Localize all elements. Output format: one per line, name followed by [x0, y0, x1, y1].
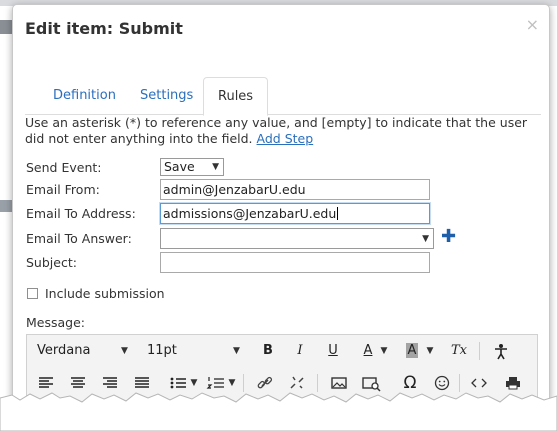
email-to-answer-label: Email To Answer: [26, 231, 132, 246]
close-icon[interactable]: × [526, 15, 539, 34]
toolbar-row-1: Verdana ▼ 11pt ▼ B I U A ▼ A ▼ Tx [27, 336, 537, 366]
subject-label: Subject: [26, 255, 77, 270]
send-event-value: Save [164, 159, 195, 174]
chevron-down-icon: ▼ [121, 346, 128, 356]
accessibility-icon[interactable] [489, 336, 513, 366]
include-submission-label: Include submission [45, 286, 165, 301]
email-from-label: Email From: [26, 182, 100, 197]
chevron-down-icon[interactable]: ▼ [425, 336, 435, 366]
tab-rules[interactable]: Rules [203, 77, 269, 116]
modal-header: Edit item: Submit × [13, 5, 549, 55]
tab-settings[interactable]: Settings [126, 77, 207, 115]
rules-help-text: Use an asterisk (*) to reference any val… [25, 115, 541, 147]
font-color-button[interactable]: A [357, 336, 379, 366]
message-label: Message: [26, 315, 85, 330]
italic-button[interactable]: I [289, 336, 311, 366]
email-from-field[interactable]: admin@JenzabarU.edu [160, 179, 430, 200]
email-to-address-label: Email To Address: [26, 206, 136, 221]
font-size-select[interactable]: 11pt ▼ [147, 336, 240, 366]
font-size-value: 11pt [147, 343, 177, 358]
bold-button[interactable]: B [257, 336, 279, 366]
chevron-down-icon[interactable]: ▼ [379, 336, 389, 366]
clear-format-button[interactable]: Tx [447, 336, 471, 366]
add-step-link[interactable]: Add Step [257, 131, 314, 146]
font-family-select[interactable]: Verdana ▼ [37, 336, 129, 366]
subject-field[interactable] [160, 252, 430, 273]
include-submission-checkbox[interactable] [27, 288, 38, 299]
add-answer-icon[interactable]: ✚ [441, 228, 456, 246]
send-event-select[interactable]: Save ▼ [160, 158, 224, 176]
email-to-address-value: admissions@JenzabarU.edu [163, 206, 337, 221]
toolbar-divider [479, 342, 480, 360]
bg-color-glyph: A [405, 343, 419, 358]
underline-button[interactable]: U [322, 336, 344, 366]
bg-color-button[interactable]: A [401, 336, 423, 366]
email-to-address-field[interactable]: admissions@JenzabarU.edu [160, 203, 430, 224]
font-family-value: Verdana [37, 343, 91, 358]
modal-title: Edit item: Submit [25, 19, 183, 38]
chevron-down-icon: ▼ [212, 162, 219, 172]
tab-bar: Definition Settings Rules [25, 77, 541, 116]
chevron-down-icon: ▼ [233, 346, 240, 356]
chevron-down-icon: ▼ [422, 234, 429, 244]
text-caret [337, 207, 339, 220]
tab-definition[interactable]: Definition [39, 77, 130, 115]
email-to-answer-select[interactable]: ▼ [160, 228, 434, 249]
torn-edge-decoration [0, 392, 557, 431]
send-event-label: Send Event: [26, 160, 102, 175]
edit-item-modal: Edit item: Submit × Definition Settings … [12, 4, 550, 404]
